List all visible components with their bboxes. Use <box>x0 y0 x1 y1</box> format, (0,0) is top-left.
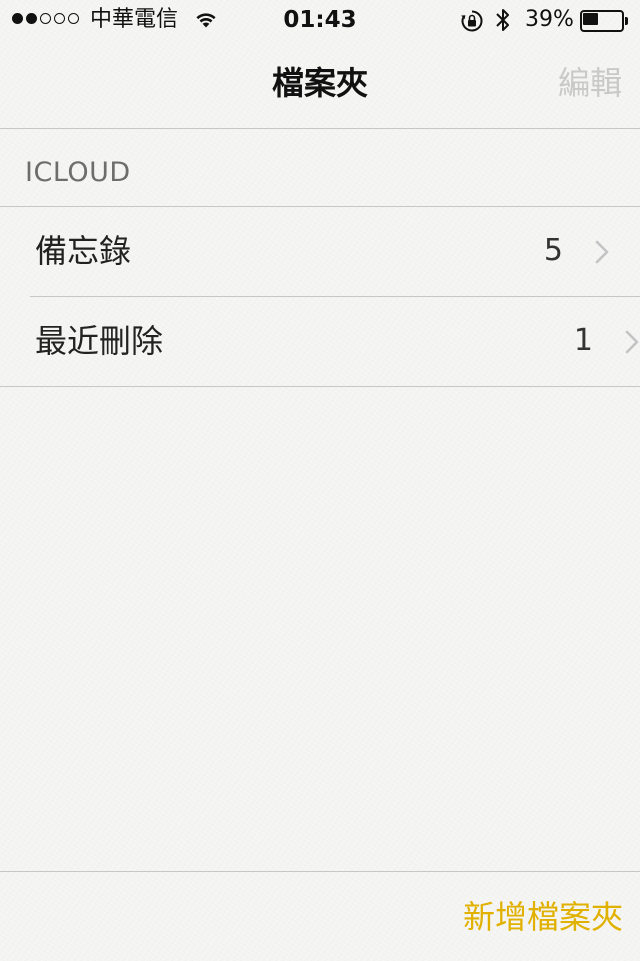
folder-name: 最近刪除 <box>35 322 164 360</box>
battery-icon <box>580 10 630 32</box>
battery-percentage: 39% <box>525 7 574 32</box>
chevron-right-icon <box>625 330 639 354</box>
folder-row-notes[interactable]: 備忘錄 5 <box>0 207 640 296</box>
folder-list: 備忘錄 5 最近刪除 1 <box>0 206 640 387</box>
folder-note-count: 1 <box>573 323 593 358</box>
battery-level-fill <box>583 13 598 25</box>
battery-tip <box>625 17 628 25</box>
bottom-toolbar: 新增檔案夾 <box>0 871 640 961</box>
status-bar: 中華電信 01:43 39% <box>0 0 640 40</box>
new-folder-button[interactable]: 新增檔案夾 <box>463 896 623 938</box>
folder-row-recently-deleted[interactable]: 最近刪除 1 <box>30 296 640 386</box>
folder-name: 備忘錄 <box>35 232 132 270</box>
chevron-right-icon <box>595 240 609 264</box>
rotation-lock-icon <box>461 10 483 32</box>
page-title: 檔案夾 <box>271 64 368 102</box>
section-header-icloud: ICLOUD <box>25 157 131 188</box>
bluetooth-icon <box>496 9 509 31</box>
edit-button[interactable]: 編輯 <box>558 62 622 104</box>
folder-note-count: 5 <box>543 233 563 268</box>
navigation-bar: 檔案夾 編輯 <box>0 40 640 129</box>
